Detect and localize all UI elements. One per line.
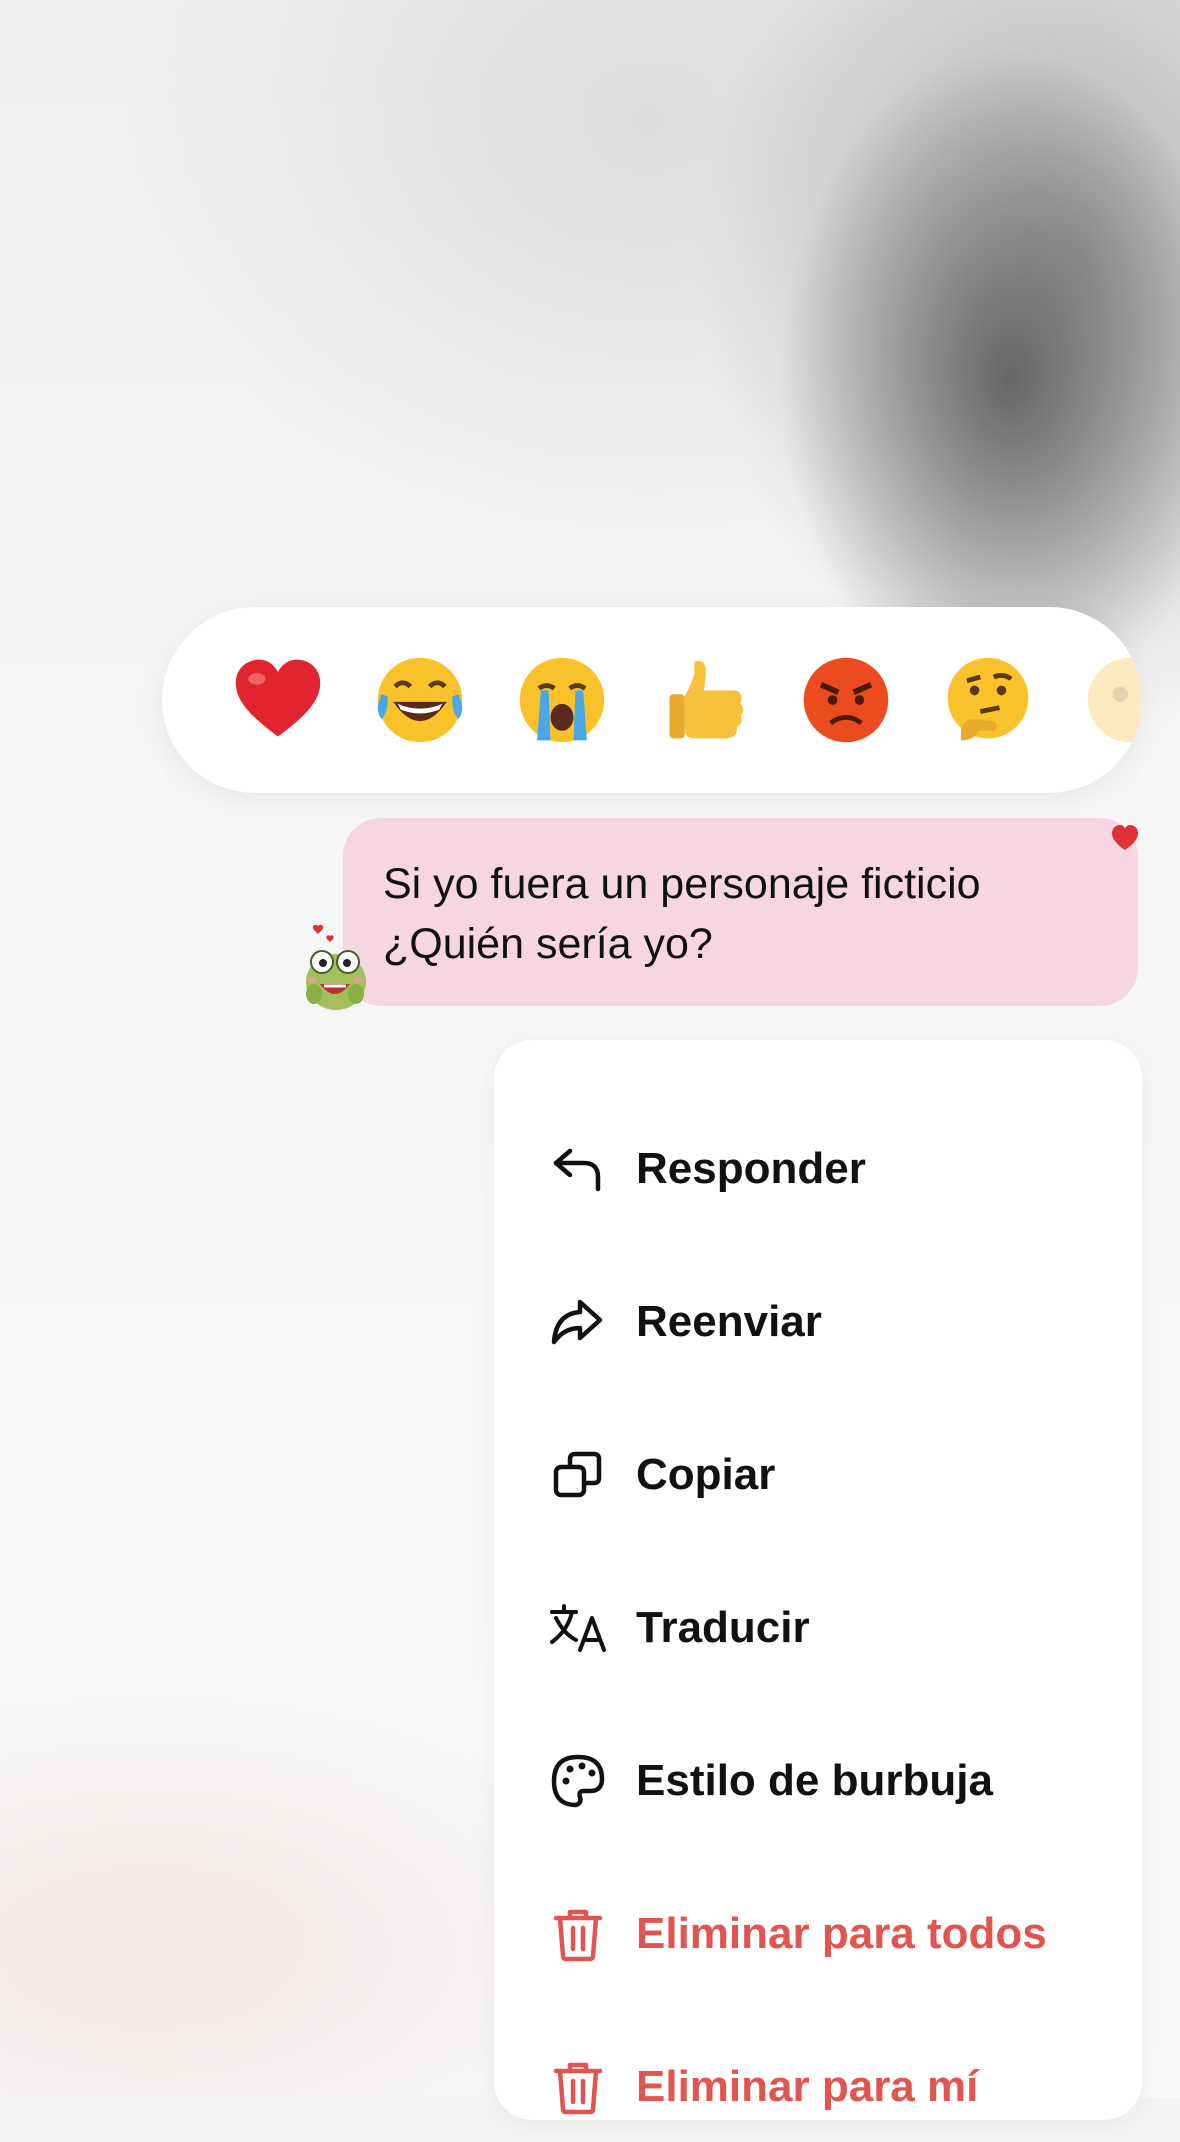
trash-icon bbox=[548, 2057, 608, 2117]
trash-icon bbox=[548, 1904, 608, 1964]
menu-item-label: Eliminar para mí bbox=[636, 2062, 979, 2111]
reaction-partial-emoji[interactable] bbox=[1082, 652, 1142, 748]
reaction-thinking-emoji[interactable] bbox=[940, 652, 1036, 748]
menu-item-label: Copiar bbox=[636, 1450, 776, 1499]
reaction-heart-emoji[interactable] bbox=[230, 652, 326, 748]
menu-item-label: Estilo de burbuja bbox=[636, 1756, 993, 1805]
copy-icon bbox=[548, 1445, 608, 1505]
menu-item-copy[interactable]: Copiar bbox=[494, 1420, 1142, 1530]
menu-item-label: Reenviar bbox=[636, 1297, 822, 1346]
menu-item-reply[interactable]: Responder bbox=[494, 1114, 1142, 1224]
translate-icon bbox=[548, 1598, 608, 1658]
message-text: Si yo fuera un personaje ficticio ¿Quién… bbox=[383, 854, 1108, 974]
menu-item-label: Eliminar para todos bbox=[636, 1909, 1047, 1958]
message-context-menu: Responder Reenviar Copiar Traducir Estil… bbox=[494, 1040, 1142, 2120]
menu-item-delete-for-all[interactable]: Eliminar para todos bbox=[494, 1879, 1142, 1989]
menu-item-delete-for-me[interactable]: Eliminar para mí bbox=[494, 2032, 1142, 2142]
reaction-thumbs-up-emoji[interactable] bbox=[656, 652, 752, 748]
menu-item-forward[interactable]: Reenviar bbox=[494, 1267, 1142, 1377]
reaction-crying-emoji[interactable] bbox=[514, 652, 610, 748]
menu-item-translate[interactable]: Traducir bbox=[494, 1573, 1142, 1683]
heart-reaction-badge-icon bbox=[1110, 823, 1140, 853]
palette-icon bbox=[548, 1751, 608, 1811]
message-line-2: ¿Quién sería yo? bbox=[383, 920, 713, 968]
reaction-laughing-emoji[interactable] bbox=[372, 652, 468, 748]
reaction-picker bbox=[162, 607, 1142, 793]
menu-item-label: Traducir bbox=[636, 1603, 810, 1652]
reply-icon bbox=[548, 1139, 608, 1199]
forward-icon bbox=[548, 1292, 608, 1352]
menu-item-label: Responder bbox=[636, 1144, 866, 1193]
menu-item-bubble-style[interactable]: Estilo de burbuja bbox=[494, 1726, 1142, 1836]
reaction-angry-emoji[interactable] bbox=[798, 652, 894, 748]
message-line-1: Si yo fuera un personaje ficticio bbox=[383, 860, 981, 908]
message-bubble[interactable]: Si yo fuera un personaje ficticio ¿Quién… bbox=[343, 818, 1138, 1006]
frog-sticker-icon bbox=[298, 918, 368, 1014]
